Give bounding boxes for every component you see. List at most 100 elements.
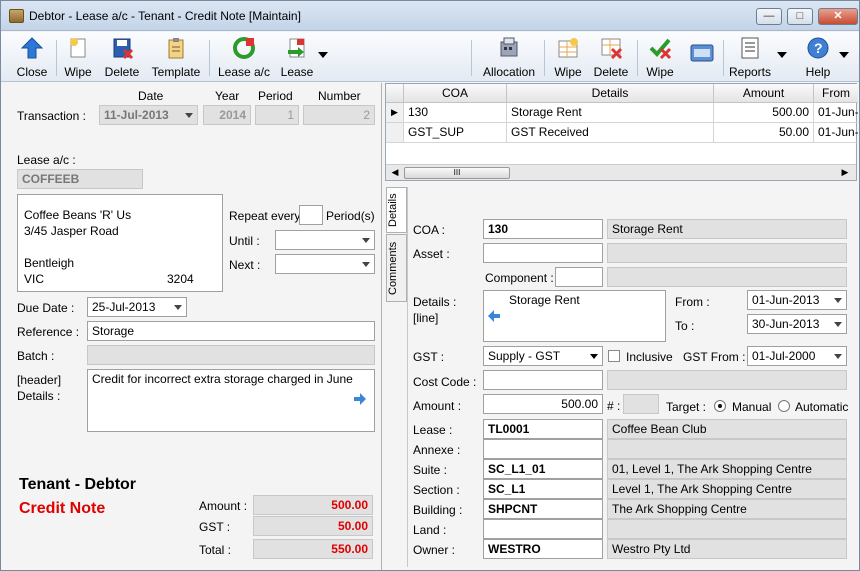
gst-from-combo[interactable]: 01-Jul-2000 <box>747 346 847 366</box>
help-dropdown-arrow-icon[interactable] <box>839 52 849 58</box>
wipe-button[interactable]: Wipe <box>59 34 97 80</box>
gst-label: GST : <box>413 350 445 364</box>
from-label: From : <box>675 295 710 309</box>
owner-input[interactable]: WESTRO <box>483 539 603 559</box>
reports-dropdown-arrow-icon[interactable] <box>777 52 787 58</box>
cost-code-desc <box>607 370 847 390</box>
reports-button[interactable]: Reports <box>727 34 773 80</box>
summary-amount-field: 500.00 <box>253 495 373 515</box>
line-coa-input[interactable]: 130 <box>483 219 603 239</box>
calculator-icon <box>497 36 521 60</box>
header-details-textarea[interactable]: Credit for incorrect extra storage charg… <box>87 369 375 432</box>
delete-button[interactable]: Delete <box>101 34 143 80</box>
tab-details[interactable]: Details <box>386 187 407 233</box>
svg-text:?: ? <box>814 40 823 56</box>
summary-gst-label: GST : <box>199 520 231 534</box>
grid-header-coa[interactable]: COA <box>404 84 507 103</box>
component-desc <box>607 267 847 287</box>
component-label: Component : <box>485 271 554 285</box>
target-automatic-radio[interactable] <box>778 400 790 412</box>
to-date-combo[interactable]: 30-Jun-2013 <box>747 314 847 334</box>
repeat-every-label: Repeat every <box>229 209 301 223</box>
reference-label: Reference : <box>17 325 80 339</box>
grid-cell-from[interactable]: 01-Jun- <box>814 123 858 143</box>
allocation-button[interactable]: Allocation <box>478 34 540 80</box>
cost-code-label: Cost Code : <box>413 375 477 389</box>
grid-cell-details[interactable]: GST Received <box>507 123 714 143</box>
cost-code-input[interactable] <box>483 370 603 390</box>
lease-dropdown-arrow-icon[interactable] <box>318 52 328 58</box>
help-icon: ? <box>806 36 830 60</box>
grid-cell-details[interactable]: Storage Rent <box>507 103 714 123</box>
scroll-thumb-grip: III <box>453 168 461 177</box>
grid-cell-amount[interactable]: 50.00 <box>714 123 814 143</box>
address-postcode: 3204 <box>167 272 194 286</box>
target-manual-radio[interactable] <box>714 400 726 412</box>
scroll-right-icon[interactable]: ▶ <box>838 167 852 179</box>
window-card-icon <box>690 42 714 66</box>
grid-cell-coa[interactable]: 130 <box>404 103 507 123</box>
from-date-combo[interactable]: 01-Jun-2013 <box>747 290 847 310</box>
window-button[interactable] <box>685 34 719 80</box>
delete-line-label: Delete <box>593 65 629 79</box>
delete-line-button[interactable]: Delete <box>591 34 631 80</box>
horizontal-scrollbar[interactable]: ◀ III ▶ <box>386 164 856 180</box>
repeat-every-input[interactable] <box>299 205 323 225</box>
lease-ac-label: Lease a/c <box>217 65 271 79</box>
transaction-date-value: 11-Jul-2013 <box>104 108 169 122</box>
until-combo[interactable] <box>275 230 375 250</box>
scroll-thumb[interactable]: III <box>404 167 510 179</box>
expand-right-arrow-icon[interactable] <box>352 392 368 409</box>
suite-input[interactable]: SC_L1_01 <box>483 459 603 479</box>
close-window-button[interactable]: ✕ <box>818 8 858 25</box>
help-button[interactable]: ? Help <box>801 34 835 80</box>
wipe-check-button[interactable]: Wipe <box>641 34 679 80</box>
land-input[interactable] <box>483 519 603 539</box>
annexe-input[interactable] <box>483 439 603 459</box>
wipe-line-button[interactable]: Wipe <box>549 34 587 80</box>
grid-cell-coa[interactable]: GST_SUP <box>404 123 507 143</box>
lease-code-input[interactable]: TL0001 <box>483 419 603 439</box>
hash-field <box>623 394 659 414</box>
grid-cell-from[interactable]: 01-Jun- <box>814 103 858 123</box>
app-icon <box>9 9 24 23</box>
lease-ac-button[interactable]: Lease a/c <box>215 34 273 80</box>
inclusive-checkbox[interactable] <box>608 350 620 362</box>
transaction-date-combo[interactable]: 11-Jul-2013 <box>99 105 198 125</box>
reference-input[interactable]: Storage <box>87 321 375 341</box>
lease-button[interactable]: Lease <box>279 34 315 80</box>
gst-combo[interactable]: Supply - GST <box>483 346 603 366</box>
grid-header-from[interactable]: From <box>814 84 858 103</box>
grid-header-amount[interactable]: Amount <box>714 84 814 103</box>
asset-input[interactable] <box>483 243 603 263</box>
component-input[interactable] <box>555 267 603 287</box>
lease-label: Lease <box>280 65 314 79</box>
scroll-left-icon[interactable]: ◀ <box>388 167 402 179</box>
next-combo[interactable] <box>275 254 375 274</box>
row-selector-icon[interactable]: ▶ <box>386 103 404 123</box>
title-bar: Debtor - Lease a/c - Tenant - Credit Not… <box>1 1 859 31</box>
minimize-button[interactable]: — <box>756 8 782 25</box>
expand-left-arrow-icon[interactable] <box>486 309 502 326</box>
line-details-textarea[interactable]: Storage Rent <box>483 290 666 342</box>
row-selector[interactable] <box>386 123 404 143</box>
line-amount-input[interactable]: 500.00 <box>483 394 603 414</box>
building-input[interactable]: SHPCNT <box>483 499 603 519</box>
close-button[interactable]: Close <box>11 34 53 80</box>
chevron-down-icon <box>362 262 370 267</box>
annexe-label: Annexe : <box>413 443 461 457</box>
tab-comments-label: Comments <box>387 241 399 295</box>
maximize-button[interactable]: □ <box>787 8 813 25</box>
grid-header-details[interactable]: Details <box>507 84 714 103</box>
grid-header-coa-text: COA <box>441 86 468 100</box>
template-button[interactable]: Template <box>149 34 203 80</box>
due-date-combo[interactable]: 25-Jul-2013 <box>87 297 187 317</box>
toolbar-separator <box>56 40 57 76</box>
section-input[interactable]: SC_L1 <box>483 479 603 499</box>
lease-ac-code-field[interactable]: COFFEEB <box>17 169 143 189</box>
target-manual-label: Manual <box>732 400 772 414</box>
grid-cell-amount[interactable]: 500.00 <box>714 103 814 123</box>
details-panel-border <box>407 187 408 567</box>
tab-comments[interactable]: Comments <box>386 234 407 302</box>
until-label: Until : <box>229 234 260 248</box>
